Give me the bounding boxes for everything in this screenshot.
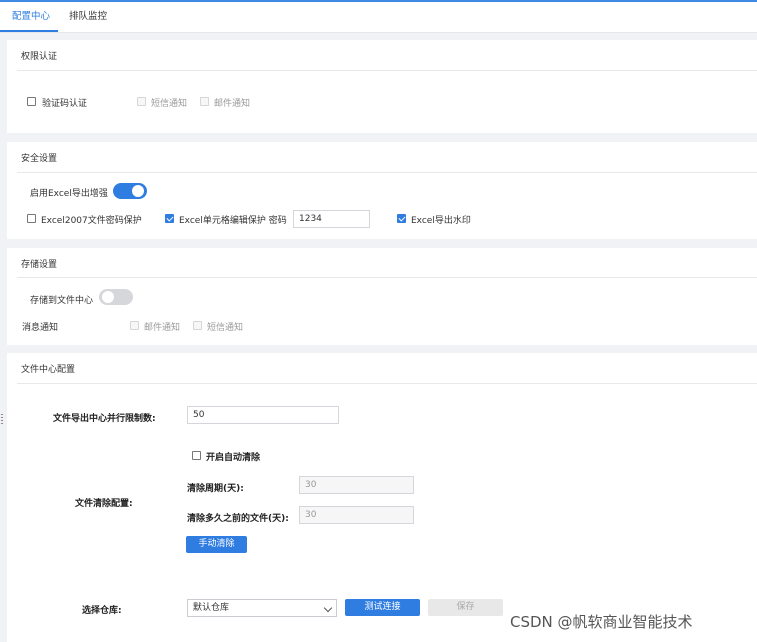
repository-select[interactable]: 默认仓库 (187, 599, 337, 617)
cell-protect-label: Excel单元格编辑保护 密码 (179, 216, 287, 226)
export-watermark-checkbox[interactable] (397, 214, 406, 223)
storage-sms-label: 短信通知 (207, 323, 244, 333)
test-connection-button[interactable]: 测试连接 (345, 599, 420, 616)
auto-clean-label: 开启自动清除 (206, 453, 261, 463)
auth-panel-title: 权限认证 (21, 52, 58, 62)
excel2007-password-checkbox[interactable] (27, 214, 36, 223)
concurrency-limit-input[interactable]: 50 (187, 406, 339, 424)
tab-queue-monitor[interactable]: 排队监控 (69, 2, 107, 32)
tab-bar: 配置中心 排队监控 (0, 2, 757, 33)
captcha-checkbox[interactable] (27, 97, 36, 106)
divider (17, 277, 757, 278)
store-to-file-center-toggle[interactable] (99, 289, 133, 305)
password-input[interactable]: 1234 (293, 210, 370, 228)
divider (17, 70, 757, 71)
save-button[interactable]: 保存 (428, 599, 503, 616)
repository-label: 选择仓库: (82, 606, 122, 616)
excel2007-password-label: Excel2007文件密码保护 (41, 216, 142, 226)
export-watermark-label: Excel导出水印 (411, 216, 471, 226)
file-center-panel: 文件中心配置 文件导出中心并行限制数: 50 开启自动清除 文件清除配置: 清除… (7, 353, 757, 642)
drag-handle-icon[interactable] (1, 414, 3, 424)
storage-email-label: 邮件通知 (144, 323, 181, 333)
auth-email-checkbox[interactable] (200, 97, 209, 106)
toggle-knob (132, 185, 144, 197)
auth-sms-label: 短信通知 (151, 99, 188, 109)
excel-enhance-toggle[interactable] (113, 183, 147, 199)
concurrency-limit-label: 文件导出中心并行限制数: (53, 414, 156, 424)
cell-protect-checkbox[interactable] (165, 214, 174, 223)
excel-enhance-label: 启用Excel导出增强 (30, 189, 108, 199)
storage-sms-checkbox[interactable] (193, 321, 202, 330)
chevron-down-icon (323, 603, 333, 613)
clean-period-input[interactable]: 30 (299, 476, 414, 494)
repository-select-value: 默认仓库 (193, 603, 230, 613)
auth-sms-checkbox[interactable] (137, 97, 146, 106)
storage-panel: 存储设置 存储到文件中心 消息通知 邮件通知 短信通知 (7, 248, 757, 345)
security-panel: 安全设置 启用Excel导出增强 Excel2007文件密码保护 Excel单元… (7, 142, 757, 239)
divider (17, 172, 757, 173)
auth-panel: 权限认证 验证码认证 短信通知 邮件通知 (7, 40, 757, 133)
auth-email-label: 邮件通知 (214, 99, 251, 109)
storage-email-checkbox[interactable] (130, 321, 139, 330)
message-notify-label: 消息通知 (22, 323, 59, 333)
file-center-panel-title: 文件中心配置 (21, 365, 76, 375)
active-tab-indicator (0, 30, 58, 32)
manual-clean-button[interactable]: 手动清除 (186, 536, 247, 553)
csdn-watermark: CSDN @帆软商业智能技术 (510, 613, 693, 631)
toggle-knob (102, 291, 114, 303)
clean-age-input[interactable]: 30 (299, 506, 414, 524)
tab-config-center[interactable]: 配置中心 (12, 2, 50, 32)
clean-age-label: 清除多久之前的文件(天): (187, 514, 289, 524)
security-panel-title: 安全设置 (21, 154, 58, 164)
clean-config-label: 文件清除配置: (75, 499, 133, 509)
store-to-file-center-label: 存储到文件中心 (30, 296, 94, 306)
captcha-label: 验证码认证 (42, 99, 88, 109)
auto-clean-checkbox[interactable] (192, 451, 201, 460)
divider (17, 383, 757, 384)
storage-panel-title: 存储设置 (21, 260, 58, 270)
clean-period-label: 清除周期(天): (187, 484, 244, 494)
